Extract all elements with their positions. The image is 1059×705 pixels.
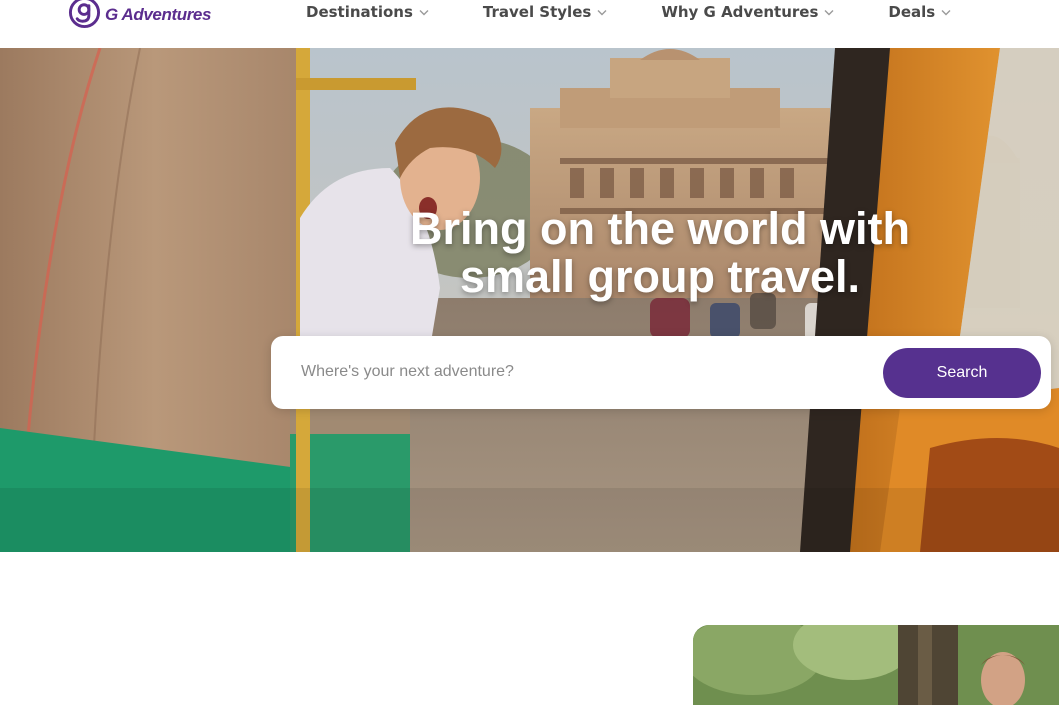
feature-image <box>693 625 1059 705</box>
logo-mark-icon <box>68 0 101 28</box>
search-button[interactable]: Search <box>883 348 1041 398</box>
forest-photo <box>693 625 1059 705</box>
nav-item-travel-styles[interactable]: Travel Styles <box>483 3 607 21</box>
nav-item-deals[interactable]: Deals <box>888 3 951 21</box>
nav-item-label: Destinations <box>306 3 413 21</box>
hero-banner: Bring on the world with small group trav… <box>0 48 1059 552</box>
chevron-down-icon <box>824 9 834 15</box>
site-header: G Adventures Destinations Travel Styles … <box>0 0 1059 48</box>
main-nav: Destinations Travel Styles Why G Adventu… <box>306 0 951 24</box>
logo-text: G Adventures <box>105 4 212 24</box>
chevron-down-icon <box>941 9 951 15</box>
search-bar: Search <box>271 336 1051 409</box>
hero-headline-line-2: small group travel. <box>459 251 861 302</box>
nav-item-label: Why G Adventures <box>661 3 819 21</box>
logo[interactable]: G Adventures <box>68 0 211 30</box>
chevron-down-icon <box>597 9 607 15</box>
nav-item-label: Deals <box>888 3 936 21</box>
nav-item-why-g-adventures[interactable]: Why G Adventures <box>661 3 834 21</box>
hero-headline: Bring on the world with small group trav… <box>330 205 990 301</box>
search-input[interactable] <box>289 348 893 396</box>
nav-item-destinations[interactable]: Destinations <box>306 3 429 21</box>
chevron-down-icon <box>419 9 429 15</box>
hero-headline-line-1: Bring on the world with <box>410 203 910 254</box>
nav-item-label: Travel Styles <box>482 3 592 21</box>
